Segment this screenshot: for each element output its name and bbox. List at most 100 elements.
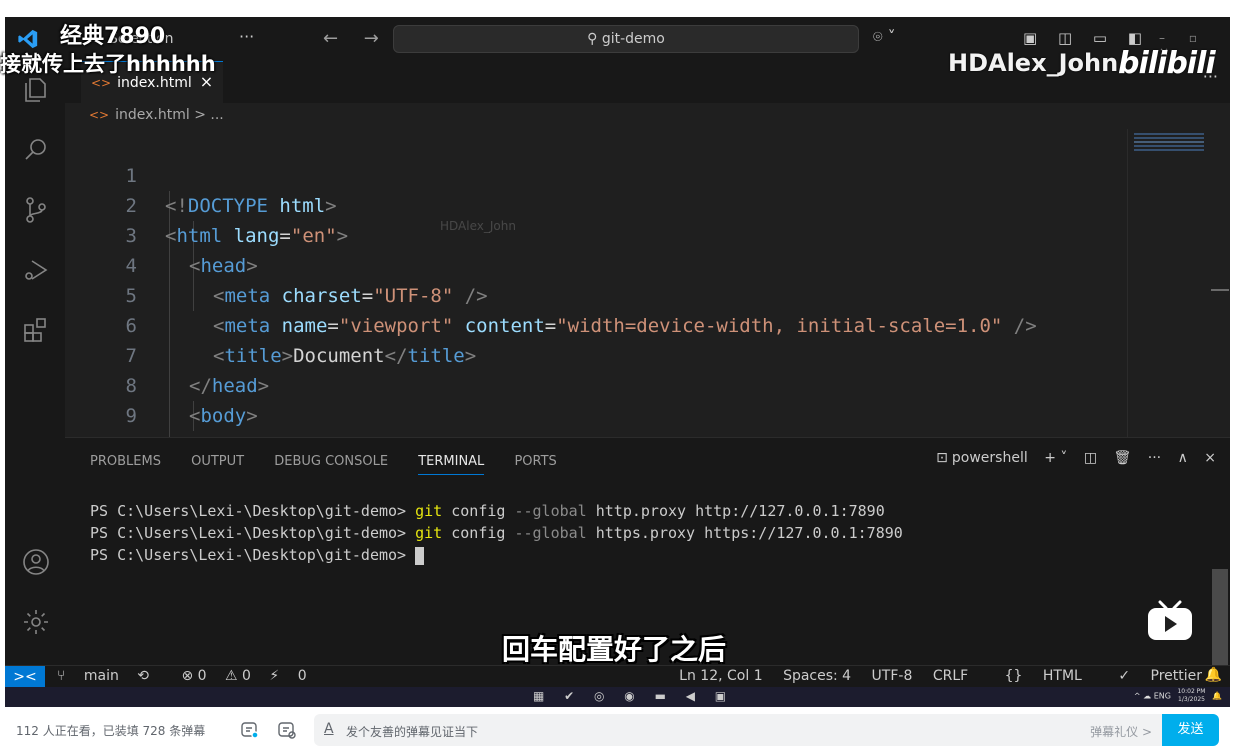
tab-problems[interactable]: PROBLEMS xyxy=(90,454,161,474)
branch-icon: ⑂ xyxy=(57,668,70,684)
indentation[interactable]: Spaces: 4 xyxy=(783,668,851,684)
account-icon[interactable] xyxy=(21,547,51,577)
bilibili-tv-icon xyxy=(1148,600,1192,640)
terminal-scrollbar[interactable] xyxy=(1212,569,1228,665)
trash-icon[interactable]: 🗑 xyxy=(1114,450,1132,466)
remote-indicator[interactable]: >< xyxy=(5,666,45,688)
video-subtitle: 回车配置好了之后 xyxy=(502,633,727,666)
more-icon[interactable]: ··· xyxy=(1148,450,1161,466)
bell-icon[interactable]: 🔔 xyxy=(1205,667,1222,683)
windows-taskbar: ▦ ✔ ◎ ◉ ▬ ◀ ▣ ^ ☁ ENG 10:02 PM 1/3/2025 🔔 xyxy=(5,687,1230,707)
prompt: PS C:\Users\Lexi-\Desktop\git-demo> xyxy=(90,546,407,564)
run-debug-icon[interactable] xyxy=(21,255,51,285)
tray-icons[interactable]: ^ ☁ ENG xyxy=(1134,692,1171,701)
tab-debug-console[interactable]: DEBUG CONSOLE xyxy=(274,454,388,474)
taskbar-apps-icon[interactable]: ▦ ✔ ◎ ◉ ▬ ◀ ▣ xyxy=(533,689,734,703)
danmaku-toggle-icon[interactable] xyxy=(240,720,260,740)
uploader-watermark: HDAlex_John xyxy=(948,49,1119,77)
center-watermark: HDAlex_John xyxy=(440,219,516,233)
flag: --global xyxy=(514,502,587,520)
line-ending[interactable]: CRLF xyxy=(933,668,968,684)
search-icon[interactable] xyxy=(21,135,51,165)
sync-icon: ⟲ xyxy=(137,668,150,684)
braces-icon: {} xyxy=(1004,668,1027,684)
terminal-icon: ⊡ xyxy=(936,450,948,466)
split-terminal-icon[interactable]: ◫ xyxy=(1084,450,1097,466)
subcommand: config xyxy=(451,502,506,520)
config-key: http.proxy xyxy=(595,502,687,520)
nav-back-forward[interactable]: ← → xyxy=(323,28,389,49)
code-line: 9 demo xyxy=(65,371,1125,457)
send-button[interactable]: 发送 xyxy=(1162,714,1219,746)
shell-name[interactable]: powershell xyxy=(952,450,1028,466)
branch-indicator[interactable]: ⑂ main ⟲ xyxy=(57,668,163,684)
layout-controls-icon[interactable]: ▣ ◫ ▭ ◧ xyxy=(1023,29,1150,47)
code-line: 3 <head> xyxy=(65,191,1125,277)
terminal-output[interactable]: PS C:\Users\Lexi-\Desktop\git-demo> git … xyxy=(90,500,903,566)
code-line: 1 <!DOCTYPE html> xyxy=(65,131,1125,217)
copilot-icon[interactable]: ⌾ ˅ xyxy=(873,27,896,47)
search-icon: ⚲ xyxy=(587,31,602,47)
code-line: 6 <title>Document</title> xyxy=(65,281,1125,367)
extensions-icon[interactable] xyxy=(21,315,51,345)
terminal-line: PS C:\Users\Lexi-\Desktop\git-demo> git … xyxy=(90,500,903,522)
minimap[interactable] xyxy=(1127,129,1217,439)
tab-ports[interactable]: PORTS xyxy=(514,454,556,474)
prettier-status[interactable]: ✓ Prettier xyxy=(1102,668,1202,684)
danmaku-comment: 接就传上去了hhhhhh xyxy=(0,52,216,76)
language-mode[interactable]: {} HTML xyxy=(989,668,1082,684)
menu-more-icon[interactable]: ··· xyxy=(239,27,254,46)
html-file-icon: <> xyxy=(91,76,112,90)
code-line: 2 <html lang="en"> xyxy=(65,161,1125,247)
danmaku-placeholder: 发个友善的弹幕见证当下 xyxy=(346,725,479,739)
config-key: https.proxy xyxy=(595,524,696,542)
close-panel-icon[interactable]: × xyxy=(1204,450,1216,466)
clock[interactable]: 10:02 PM 1/3/2025 xyxy=(1177,688,1205,704)
prompt: PS C:\Users\Lexi-\Desktop\git-demo> xyxy=(90,524,407,542)
danmaku-input[interactable]: A 发个友善的弹幕见证当下 弹幕礼仪 > xyxy=(314,714,1162,746)
maximize-panel-icon[interactable]: ∧ xyxy=(1178,450,1188,466)
problems-warnings[interactable]: ⚠ 0 xyxy=(225,668,251,684)
code-line: 5 <meta name="viewport" content="width=d… xyxy=(65,251,1125,337)
cursor-position[interactable]: Ln 12, Col 1 xyxy=(679,668,762,684)
settings-gear-icon[interactable] xyxy=(21,607,51,637)
code-line: 10 </body> xyxy=(65,401,1125,487)
viewer-count: 112 人正在看，已装填 728 条弹幕 xyxy=(16,724,206,738)
problems-errors[interactable]: ⊗ 0 xyxy=(181,668,206,684)
source-control-icon[interactable] xyxy=(21,195,51,225)
danmaku-settings-icon[interactable] xyxy=(277,720,297,740)
command: git xyxy=(415,524,443,542)
scrollbar-marker xyxy=(1211,289,1229,291)
check-icon: ✓ xyxy=(1118,668,1135,684)
encoding[interactable]: UTF-8 xyxy=(872,668,913,684)
status-bar: >< ⑂ main ⟲ ⊗ 0 ⚠ 0 ⚡ 0 Ln 12, Col 1 Spa… xyxy=(5,665,1230,688)
notification-icon[interactable]: 🔔 xyxy=(1212,692,1222,701)
breadcrumb-text: index.html > ... xyxy=(115,107,224,123)
explorer-icon[interactable] xyxy=(21,75,51,105)
danmaku-etiquette-link[interactable]: 弹幕礼仪 > xyxy=(1090,723,1152,740)
terminal-line: PS C:\Users\Lexi-\Desktop\git-demo> git … xyxy=(90,522,903,544)
flag: --global xyxy=(514,524,587,542)
danmaku-bar: 112 人正在看，已装填 728 条弹幕 A 发个友善的弹幕见证当下 弹幕礼仪 … xyxy=(0,712,1234,748)
prompt: PS C:\Users\Lexi-\Desktop\git-demo> xyxy=(90,502,407,520)
terminal-line: PS C:\Users\Lexi-\Desktop\git-demo> xyxy=(90,544,903,566)
command-center-search[interactable]: ⚲ git-demo xyxy=(393,25,859,53)
minimap-content xyxy=(1134,133,1204,151)
panel-tabs: PROBLEMS OUTPUT DEBUG CONSOLE TERMINAL P… xyxy=(90,454,583,475)
html-file-icon: <> xyxy=(89,108,110,122)
new-terminal-icon[interactable]: + ˅ xyxy=(1044,450,1067,466)
ports-indicator[interactable]: ⚡ 0 xyxy=(269,668,320,684)
font-style-icon[interactable]: A xyxy=(324,721,334,737)
code-line: 4 <meta charset="UTF-8" /> xyxy=(65,221,1125,307)
system-tray: ^ ☁ ENG 10:02 PM 1/3/2025 🔔 xyxy=(1134,688,1222,704)
code-editor[interactable]: 1 <!DOCTYPE html> 2 <html lang="en"> 3 <… xyxy=(65,131,1125,487)
subcommand: config xyxy=(451,524,506,542)
bilibili-logo: bilibili xyxy=(1118,46,1216,81)
tab-terminal[interactable]: TERMINAL xyxy=(418,454,485,475)
search-text: git-demo xyxy=(601,31,665,47)
breadcrumb[interactable]: <> index.html > ... xyxy=(89,107,224,123)
vscode-logo-icon xyxy=(18,29,38,49)
tab-output[interactable]: OUTPUT xyxy=(191,454,244,474)
code-line: 7 </head> xyxy=(65,311,1125,397)
config-value: https://127.0.0.1:7890 xyxy=(704,524,903,542)
